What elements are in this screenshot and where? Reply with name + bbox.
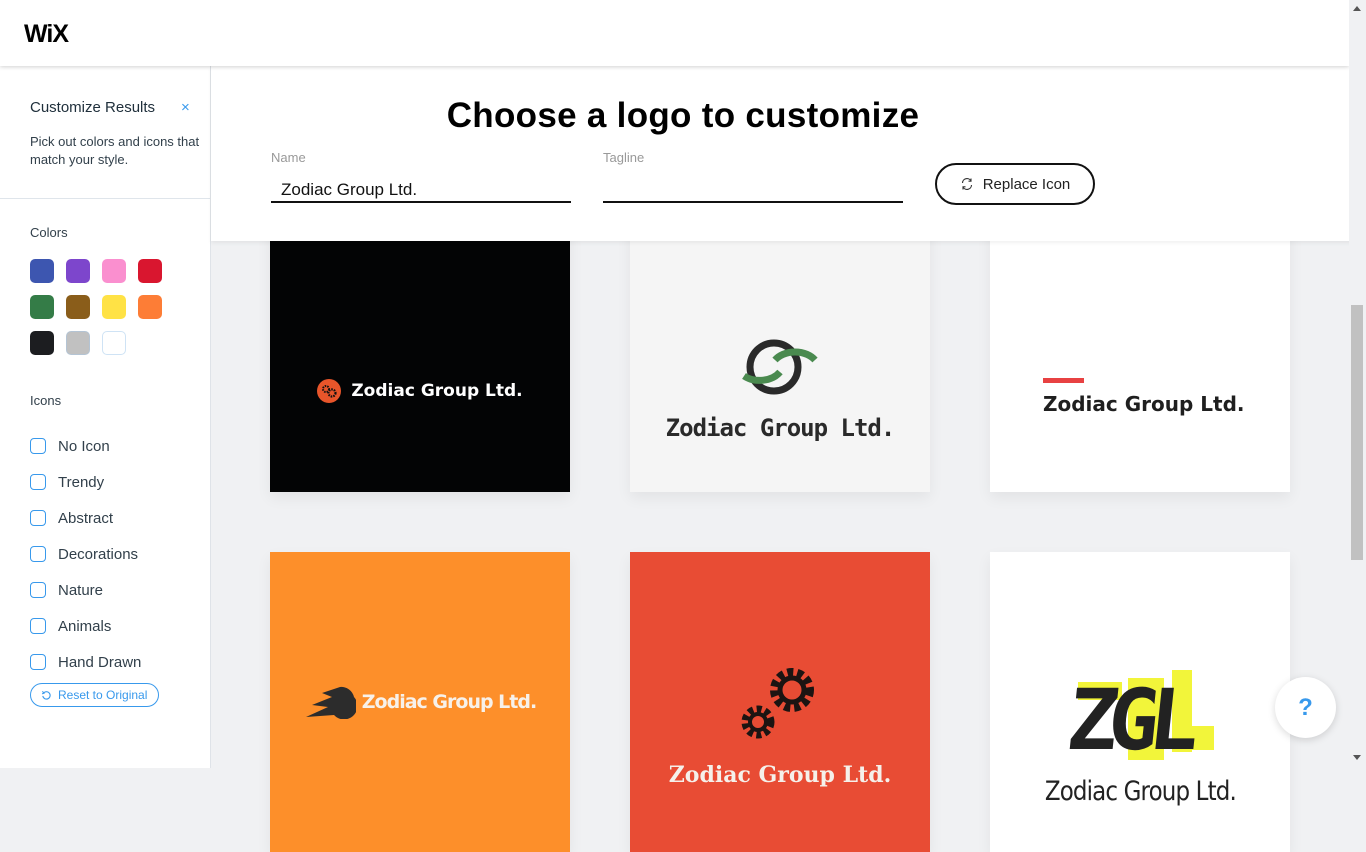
color-swatches [30, 259, 162, 355]
filter-label: Nature [58, 581, 104, 599]
reset-label: Reset to Original [58, 688, 148, 702]
page-scrollbar[interactable] [1349, 0, 1366, 768]
help-button[interactable]: ? [1275, 677, 1336, 738]
color-swatch-yellow[interactable] [102, 295, 126, 319]
filter-label: Animals [58, 617, 112, 635]
color-swatch-green[interactable] [30, 295, 54, 319]
icons-heading: Icons [30, 393, 62, 408]
name-input[interactable] [271, 179, 571, 203]
color-swatch-pink[interactable] [102, 259, 126, 283]
red-bar-icon [1043, 378, 1084, 383]
checkbox[interactable] [30, 654, 46, 670]
checkbox[interactable] [30, 510, 46, 526]
comet-icon [305, 686, 356, 719]
scroll-thumb[interactable] [1351, 305, 1363, 560]
icon-filter-no-icon[interactable]: No Icon [30, 428, 141, 464]
customize-sidebar: Customize Results × Pick out colors and … [0, 66, 211, 768]
logo-card[interactable]: ZGL Zodiac Group Ltd. [990, 552, 1290, 852]
logo-text: Zodiac Group Ltd. [668, 762, 892, 788]
divider [0, 198, 210, 199]
scroll-down-arrow-icon[interactable] [1353, 755, 1361, 760]
reset-to-original-button[interactable]: Reset to Original [30, 683, 160, 707]
icon-filter-list: No Icon Trendy Abstract Decorations Natu… [30, 428, 141, 680]
replace-icon-label: Replace Icon [982, 175, 1071, 193]
scroll-up-arrow-icon[interactable] [1353, 6, 1361, 11]
page-title: Choose a logo to customize [446, 96, 920, 135]
checkbox[interactable] [30, 618, 46, 634]
tagline-label: Tagline [603, 150, 645, 165]
header-panel: Choose a logo to customize Name Tagline … [211, 66, 1366, 241]
sidebar-title: Customize Results [30, 99, 156, 116]
checkbox[interactable] [30, 582, 46, 598]
replace-icon-button[interactable]: Replace Icon [935, 163, 1095, 205]
filter-label: Abstract [58, 509, 114, 527]
logo-lockup: Zodiac Group Ltd. [317, 379, 523, 403]
icon-filter-animals[interactable]: Animals [30, 608, 141, 644]
logo-card[interactable]: Zodiac Group Ltd. [270, 552, 570, 852]
icon-filter-hand-drawn[interactable]: Hand Drawn [30, 644, 141, 680]
logo-text: Zodiac Group Ltd. [361, 691, 537, 713]
colors-heading: Colors [30, 225, 68, 240]
logo-text: Zodiac Group Ltd. [1044, 775, 1236, 807]
reset-icon [41, 690, 51, 700]
icon-filter-nature[interactable]: Nature [30, 572, 141, 608]
monogram-icon: ZGL [1060, 669, 1220, 770]
sidebar-description: Pick out colors and icons that match you… [30, 134, 200, 167]
icon-filter-abstract[interactable]: Abstract [30, 500, 141, 536]
name-field: Name [271, 150, 571, 203]
color-swatch-red[interactable] [138, 259, 162, 283]
close-icon[interactable]: × [181, 99, 190, 116]
color-swatch-white[interactable] [102, 331, 126, 355]
logo-text: Zodiac Group Ltd. [351, 381, 523, 401]
checkbox[interactable] [30, 546, 46, 562]
filter-label: No Icon [58, 437, 110, 455]
filter-label: Trendy [58, 473, 105, 491]
color-swatch-purple[interactable] [66, 259, 90, 283]
filter-label: Hand Drawn [58, 653, 142, 671]
color-swatch-orange[interactable] [138, 295, 162, 319]
logo-text: Zodiac Group Ltd. [665, 414, 896, 442]
tagline-field: Tagline [603, 150, 903, 203]
interlocking-rings-icon [742, 339, 818, 395]
gears-icon [741, 668, 814, 739]
color-swatch-blue[interactable] [30, 259, 54, 283]
logo-lockup: Zodiac Group Ltd. [1043, 378, 1245, 416]
monogram-text: ZGL [1062, 670, 1195, 769]
checkbox[interactable] [30, 438, 46, 454]
tagline-input[interactable] [603, 179, 903, 203]
color-swatch-black[interactable] [30, 331, 54, 355]
name-label: Name [271, 150, 306, 165]
filter-label: Decorations [58, 545, 139, 563]
color-swatch-brown[interactable] [66, 295, 90, 319]
top-bar: WiX [0, 0, 1349, 66]
icon-filter-decorations[interactable]: Decorations [30, 536, 141, 572]
icon-filter-trendy[interactable]: Trendy [30, 464, 141, 500]
logo-text: Zodiac Group Ltd. [1043, 392, 1245, 416]
wix-logo[interactable]: WiX [24, 20, 69, 49]
replace-icon [961, 178, 972, 190]
color-swatch-gray[interactable] [66, 331, 90, 355]
logo-card[interactable]: Zodiac Group Ltd. [630, 552, 930, 852]
checkbox[interactable] [30, 474, 46, 490]
logo-lockup: Zodiac Group Ltd. [304, 685, 537, 719]
gears-circle-icon [317, 379, 342, 403]
